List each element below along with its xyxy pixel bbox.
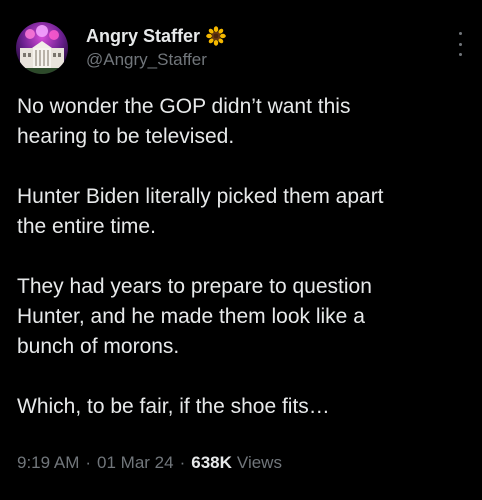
meta-separator: ·: [85, 453, 92, 472]
tweet-date[interactable]: 01 Mar 24: [97, 452, 174, 474]
tweet-paragraph: They had years to prepare to question Hu…: [17, 275, 372, 358]
tweet-paragraph: Hunter Biden literally picked them apart…: [17, 185, 384, 238]
author-name-row: Angry Staffer: [86, 26, 226, 46]
views-label: Views: [236, 453, 282, 472]
tweet-meta: 9:19 AM · 01 Mar 24 · 638K Views: [17, 452, 282, 474]
display-name[interactable]: Angry Staffer: [86, 26, 200, 46]
more-options-icon[interactable]: [450, 32, 470, 56]
tweet-paragraph: Which, to be fair, if the shoe fits…: [17, 395, 330, 418]
tweet-text: No wonder the GOP didn’t want this heari…: [17, 92, 472, 422]
meta-separator: ·: [179, 453, 186, 472]
tweet-paragraph: No wonder the GOP didn’t want this heari…: [17, 95, 351, 148]
avatar[interactable]: [16, 22, 68, 74]
sunflower-icon: [206, 26, 226, 46]
author-handle[interactable]: @Angry_Staffer: [86, 50, 207, 70]
tweet-time[interactable]: 9:19 AM: [17, 452, 79, 474]
white-house-avatar-icon: [16, 22, 68, 74]
tweet: Angry Staffer @Angry_Staffer No wonder t…: [0, 0, 482, 500]
views-count: 638K: [191, 453, 232, 472]
